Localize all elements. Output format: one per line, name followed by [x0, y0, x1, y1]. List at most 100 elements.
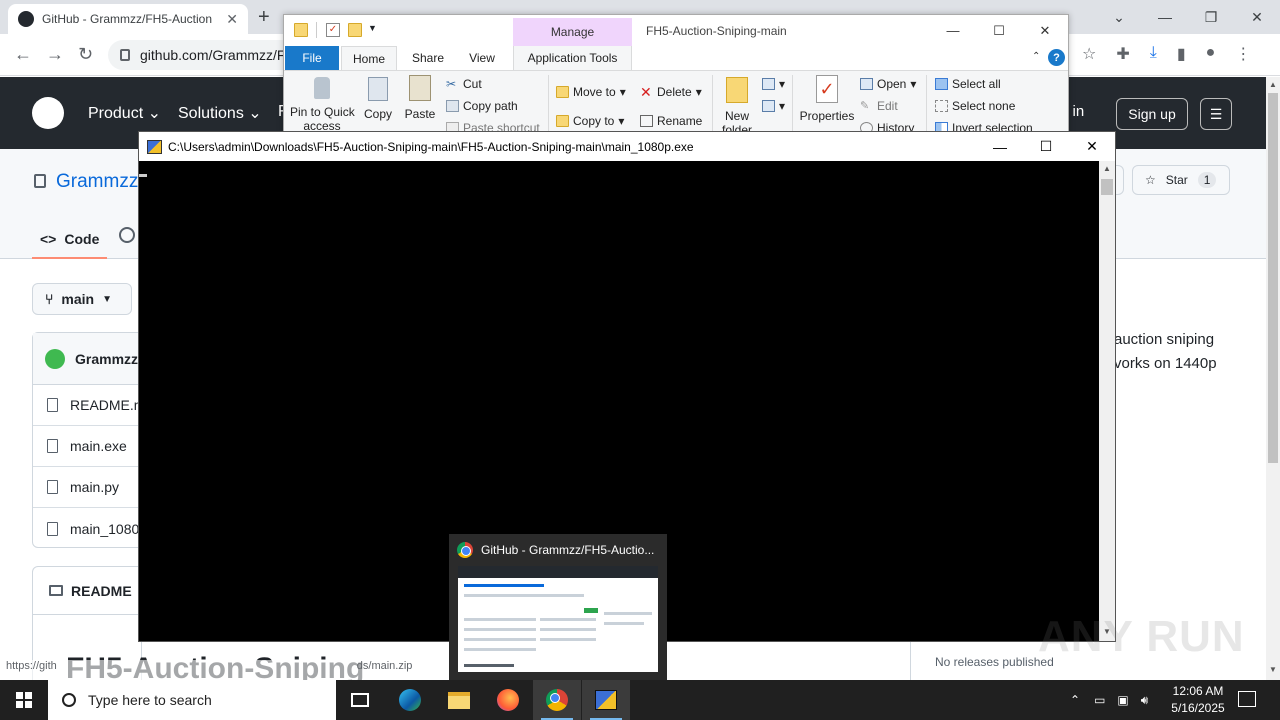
- scroll-thumb[interactable]: [1101, 179, 1113, 195]
- forward-icon[interactable]: →: [46, 44, 64, 65]
- nav-solutions[interactable]: Solutions ⌄: [178, 103, 262, 123]
- network-icon[interactable]: ▣: [1117, 693, 1128, 707]
- scroll-down-icon[interactable]: ▼: [1269, 665, 1277, 674]
- tab-code[interactable]: <> Code: [32, 221, 108, 259]
- file-row[interactable]: main_1080: [33, 508, 141, 549]
- taskbar-firefox[interactable]: [484, 680, 532, 720]
- easy-access-button[interactable]: ▾: [762, 99, 785, 113]
- properties-button[interactable]: ✓ Properties: [796, 71, 858, 123]
- avatar[interactable]: [45, 348, 65, 369]
- new-tab-button[interactable]: +: [258, 6, 270, 29]
- preview-thumbnail[interactable]: [458, 566, 658, 672]
- file-explorer-window: ✓ ▼ Manage FH5-Auction-Sniping-main — ☐ …: [283, 14, 1069, 140]
- edit-button[interactable]: ✎ Edit: [860, 99, 898, 113]
- open-icon: [860, 78, 873, 90]
- properties-quick-icon[interactable]: ✓: [326, 23, 340, 37]
- taskbar-clock[interactable]: 12:06 AM 5/16/2025: [1160, 683, 1236, 717]
- close-tab-icon[interactable]: ✕: [226, 11, 238, 28]
- copy-button[interactable]: Copy: [358, 73, 398, 121]
- tab-share[interactable]: Share: [402, 46, 454, 70]
- pin-to-quick-access-button[interactable]: Pin to Quick access: [290, 73, 355, 133]
- file-name[interactable]: README.m: [70, 397, 141, 413]
- scroll-thumb[interactable]: [1268, 93, 1278, 463]
- issues-icon[interactable]: [119, 227, 135, 243]
- tab-view[interactable]: View: [456, 46, 508, 70]
- tab-search-icon[interactable]: ⌄: [1096, 0, 1142, 34]
- tab-home[interactable]: Home: [341, 46, 397, 70]
- github-favicon-icon: [18, 11, 34, 27]
- help-icon[interactable]: ?: [1048, 49, 1065, 66]
- close-window-button[interactable]: ✕: [1069, 132, 1115, 161]
- browser-tab-github[interactable]: GitHub - Grammzz/FH5-Auction ✕: [8, 4, 248, 34]
- show-hidden-icons-icon[interactable]: ⌃: [1070, 693, 1080, 707]
- branch-selector[interactable]: ⑂ main ▼: [32, 283, 132, 315]
- taskbar-file-explorer[interactable]: [435, 680, 483, 720]
- console-scrollbar[interactable]: ▲ ▼: [1099, 161, 1115, 641]
- scroll-up-icon[interactable]: ▲: [1103, 164, 1111, 173]
- commit-author[interactable]: Grammzz: [75, 351, 138, 367]
- rename-button[interactable]: Rename: [640, 114, 702, 128]
- taskbar-edge[interactable]: [386, 680, 434, 720]
- page-scrollbar[interactable]: ▲ ▼: [1266, 77, 1280, 680]
- delete-button[interactable]: ✕ Delete ▾: [640, 85, 702, 99]
- new-folder-quick-icon[interactable]: [348, 23, 362, 37]
- file-row[interactable]: main.exe: [33, 426, 141, 467]
- file-row[interactable]: main.py: [33, 467, 141, 508]
- github-logo-icon[interactable]: [32, 97, 64, 129]
- minimize-button[interactable]: —: [1142, 0, 1188, 34]
- battery-icon[interactable]: ▭: [1094, 693, 1105, 707]
- profile-icon[interactable]: ●: [1206, 44, 1216, 64]
- tab-application-tools[interactable]: Application Tools: [513, 46, 632, 70]
- menu-sliders-icon[interactable]: ☰: [1200, 98, 1232, 130]
- cut-button[interactable]: ✂ Cut: [446, 77, 482, 91]
- chrome-menu-icon[interactable]: ⋮: [1235, 44, 1251, 64]
- volume-icon[interactable]: 🔊︎: [1141, 693, 1149, 708]
- close-window-button[interactable]: ✕: [1234, 0, 1280, 34]
- paste-button[interactable]: Paste: [400, 71, 440, 121]
- restore-button[interactable]: ❐: [1188, 0, 1234, 34]
- file-row[interactable]: README.m: [33, 385, 141, 426]
- nav-product[interactable]: Product ⌄: [88, 103, 161, 123]
- copy-path-button[interactable]: Copy path: [446, 99, 518, 113]
- new-folder-button[interactable]: New folder: [716, 73, 758, 137]
- select-all-button[interactable]: Select all: [935, 77, 1001, 91]
- maximize-button[interactable]: ☐: [976, 15, 1022, 46]
- python-app-icon: [147, 139, 162, 154]
- file-name[interactable]: main_1080: [70, 521, 139, 537]
- side-panel-icon[interactable]: ▮: [1177, 44, 1186, 64]
- repo-owner-link[interactable]: Grammzz: [56, 171, 138, 193]
- copy-to-button[interactable]: Copy to ▾: [556, 114, 624, 128]
- notification-center-icon[interactable]: [1238, 691, 1256, 707]
- bookmark-star-icon[interactable]: ☆: [1082, 44, 1096, 64]
- scroll-up-icon[interactable]: ▲: [1269, 80, 1277, 89]
- taskbar-python-console[interactable]: [582, 680, 630, 720]
- star-button[interactable]: ☆ Star 1: [1132, 165, 1230, 195]
- close-window-button[interactable]: ✕: [1022, 15, 1068, 46]
- download-icon[interactable]: ⤓: [1150, 44, 1157, 64]
- start-button[interactable]: [0, 680, 48, 720]
- maximize-button[interactable]: ☐: [1023, 132, 1069, 161]
- console-titlebar: C:\Users\admin\Downloads\FH5-Auction-Sni…: [139, 132, 1115, 161]
- extensions-icon[interactable]: ✚: [1116, 44, 1129, 64]
- move-to-button[interactable]: Move to ▾: [556, 85, 626, 99]
- select-none-button[interactable]: Select none: [935, 99, 1015, 113]
- collapse-ribbon-icon[interactable]: ⌃: [1032, 51, 1040, 62]
- file-name[interactable]: main.py: [70, 479, 119, 495]
- back-icon[interactable]: ←: [14, 44, 32, 65]
- customize-quick-access-icon[interactable]: ▼: [368, 23, 382, 37]
- manage-context-tab[interactable]: Manage: [513, 18, 632, 46]
- ribbon-tabs: File Home Share View Application Tools ⌃…: [284, 46, 1068, 70]
- tab-file[interactable]: File: [285, 46, 339, 70]
- taskbar-thumbnail-preview[interactable]: GitHub - Grammzz/FH5-Auctio...: [449, 534, 667, 680]
- minimize-button[interactable]: —: [930, 15, 976, 46]
- readme-header[interactable]: README: [33, 567, 141, 615]
- file-name[interactable]: main.exe: [70, 438, 127, 454]
- sign-up-button[interactable]: Sign up: [1116, 98, 1188, 130]
- minimize-button[interactable]: —: [977, 132, 1023, 161]
- taskbar-chrome[interactable]: [533, 680, 581, 720]
- taskbar-search[interactable]: Type here to search: [48, 680, 336, 720]
- open-button[interactable]: Open ▾: [860, 77, 916, 91]
- task-view-button[interactable]: [336, 680, 384, 720]
- reload-icon[interactable]: ↻: [78, 44, 93, 65]
- new-item-button[interactable]: ▾: [762, 77, 785, 91]
